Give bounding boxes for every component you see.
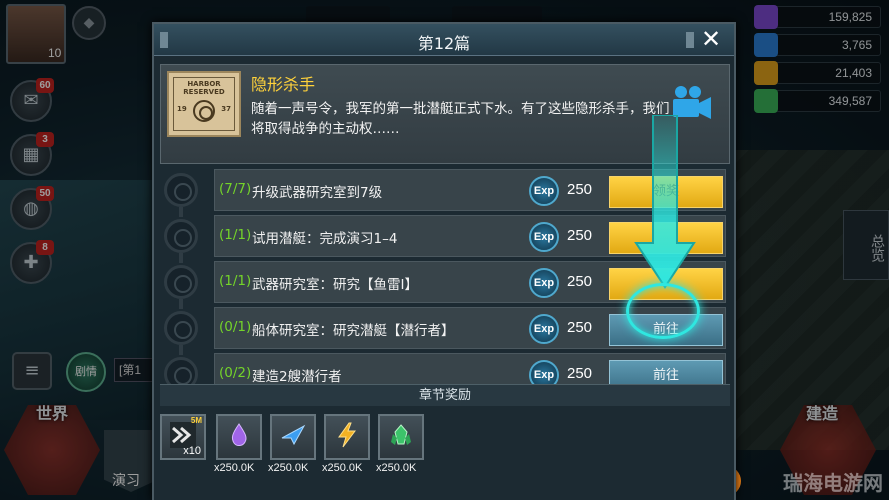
image-text: HARBOR — [187, 80, 221, 88]
green-crystal-icon — [391, 424, 411, 445]
ship-wheel-icon — [193, 100, 215, 122]
watermark-text: 瑞海电游网 — [783, 473, 883, 495]
close-button[interactable]: ✕ — [696, 26, 726, 54]
reward-qty: x250.0K — [322, 462, 363, 474]
exp-icon: Exp — [529, 176, 559, 206]
task-node-icon — [164, 219, 198, 253]
reward-item[interactable] — [378, 414, 424, 460]
modal-title: 第12篇 — [417, 34, 471, 53]
image-year: 37 — [221, 105, 231, 113]
reward-corner-label: 5M — [190, 416, 202, 425]
image-year: 19 — [177, 105, 187, 113]
task-name: 船体研究室：研究潜艇【潜行者】 — [252, 323, 455, 339]
reward-list: 5M x10 x250.0K x250.0K x250.0K x250.0K — [160, 414, 730, 486]
reward-qty: x250.0K — [268, 462, 309, 474]
intro-title: 隐形杀手 — [251, 75, 316, 94]
task-name: 升级武器研究室到7级 — [252, 185, 383, 201]
reward-qty: x250.0K — [376, 462, 417, 474]
task-progress: (1/1) — [219, 227, 252, 243]
task-progress: (1/1) — [219, 273, 252, 289]
task-name: 试用潜艇：完成演习1–4 — [252, 231, 398, 247]
close-icon: ✕ — [700, 25, 722, 53]
reward-item[interactable] — [324, 414, 370, 460]
reward-item[interactable] — [270, 414, 316, 460]
task-node-icon — [164, 311, 198, 345]
purple-drop-icon — [231, 423, 247, 446]
task-progress: (7/7) — [219, 181, 252, 197]
task-node-icon — [164, 173, 198, 207]
task-progress: (0/2) — [219, 365, 252, 381]
harbor-reserved-image: HARBOR RESERVED 19 37 — [167, 71, 241, 137]
blue-plane-icon — [281, 424, 306, 446]
guide-highlight-ring — [626, 283, 700, 339]
exp-icon: Exp — [529, 314, 559, 344]
exp-amount: 250 — [567, 319, 593, 336]
task-name: 武器研究室：研究【鱼雷I】 — [252, 277, 418, 293]
guide-arrow-icon — [634, 115, 696, 289]
exp-amount: 250 — [567, 227, 593, 244]
intro-description: 随着一声号令，我军的第一批潜艇正式下水。有了这些隐形杀手，我们将取得战争的主动权… — [251, 101, 670, 137]
modal-header: 第12篇 ✕ — [154, 24, 734, 56]
exp-amount: 250 — [567, 273, 593, 290]
reward-item[interactable] — [216, 414, 262, 460]
task-progress: (0/1) — [219, 319, 252, 335]
task-name: 建造2艘潜行者 — [252, 369, 342, 385]
exp-icon: Exp — [529, 268, 559, 298]
task-node-icon — [164, 265, 198, 299]
reward-qty: x10 — [183, 445, 201, 457]
exp-icon: Exp — [529, 222, 559, 252]
exp-amount: 250 — [567, 181, 593, 198]
exp-amount: 250 — [567, 365, 593, 382]
lightning-icon — [338, 422, 356, 448]
image-text: RESERVED — [183, 88, 225, 96]
chapter-rewards-title: 章节奖励 — [160, 384, 730, 406]
reward-qty: x250.0K — [214, 462, 255, 474]
reward-item[interactable]: 5M x10 — [160, 414, 206, 460]
header-decoration — [686, 32, 694, 48]
